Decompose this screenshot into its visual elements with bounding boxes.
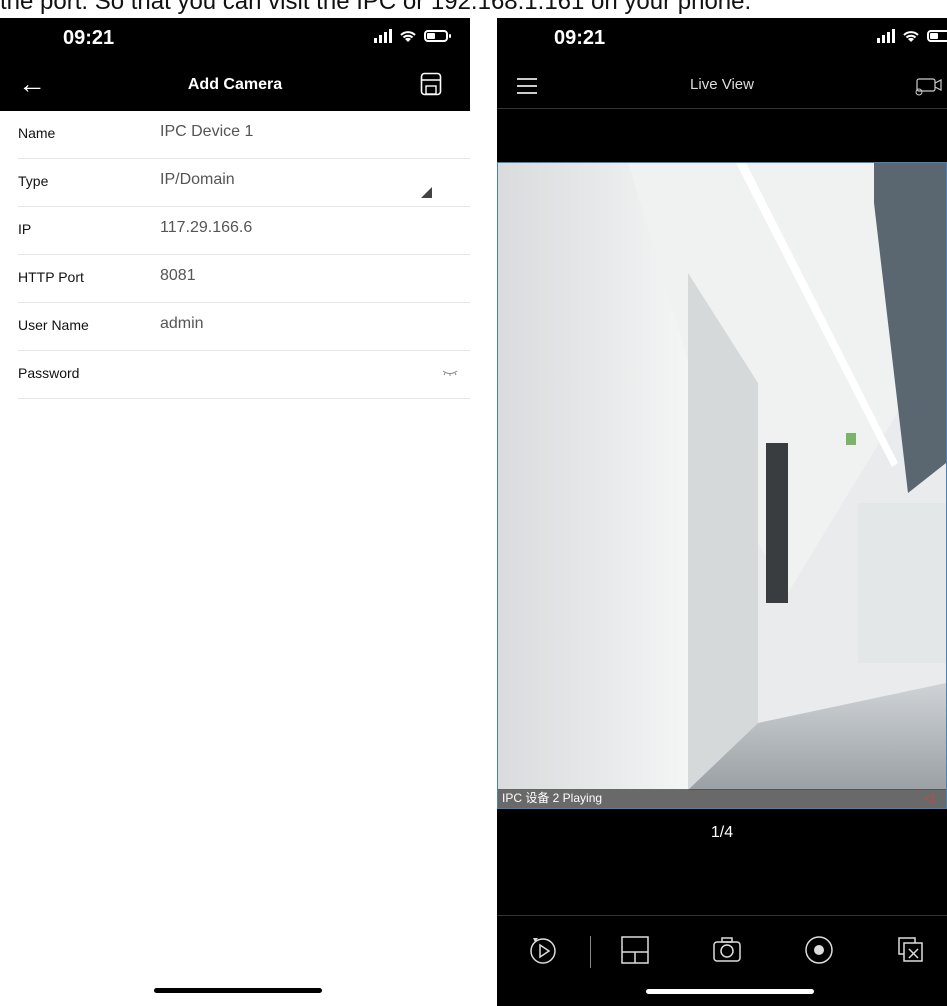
- status-time: 09:21: [63, 27, 115, 49]
- live-view-toolbar: [497, 915, 947, 986]
- password-row[interactable]: Password: [18, 351, 470, 399]
- battery-icon: [424, 30, 451, 42]
- http-port-row[interactable]: HTTP Port 8081: [18, 255, 470, 303]
- eye-closed-icon[interactable]: [442, 369, 458, 377]
- type-select[interactable]: IP/Domain: [160, 171, 235, 189]
- ip-row[interactable]: IP 117.29.166.6: [18, 207, 470, 255]
- home-indicator: [646, 989, 814, 994]
- type-row[interactable]: Type IP/Domain: [18, 159, 470, 207]
- password-label: Password: [18, 365, 80, 381]
- wifi-icon: [400, 31, 416, 42]
- split-screen-icon[interactable]: [619, 934, 651, 966]
- status-icons: [877, 29, 947, 43]
- camera-settings-icon[interactable]: [913, 75, 943, 97]
- status-bar: 09:21: [497, 18, 947, 62]
- video-status-bar: IPC 设备 2 Playing ◁: [498, 789, 946, 808]
- record-icon[interactable]: [803, 934, 835, 966]
- signal-icon: [374, 29, 392, 43]
- app-header: ← Add Camera: [0, 62, 470, 111]
- ip-field[interactable]: 117.29.166.6: [160, 219, 252, 237]
- page-title: Add Camera: [187, 76, 283, 93]
- name-row[interactable]: Name IPC Device 1: [18, 111, 470, 159]
- user-name-field[interactable]: admin: [160, 315, 204, 333]
- page-title: Live View: [690, 76, 754, 93]
- camera-form: Name IPC Device 1 Type IP/Domain IP 117.…: [18, 111, 470, 399]
- name-label: Name: [18, 125, 56, 141]
- close-window-icon[interactable]: [895, 934, 927, 966]
- page-indicator: 1/4: [710, 824, 734, 841]
- http-port-label: HTTP Port: [18, 269, 84, 285]
- wifi-icon: [903, 31, 919, 42]
- battery-icon: [927, 30, 947, 42]
- camera-video-feed[interactable]: IPC 设备 2 Playing ◁: [497, 162, 947, 809]
- user-name-label: User Name: [18, 317, 89, 333]
- user-name-row[interactable]: User Name admin: [18, 303, 470, 351]
- video-status-text: IPC 设备 2 Playing: [502, 791, 603, 805]
- ip-label: IP: [18, 221, 32, 237]
- http-port-field[interactable]: 8081: [160, 267, 196, 285]
- signal-icon: [877, 29, 895, 43]
- type-label: Type: [18, 173, 49, 189]
- corridor-image: [498, 163, 946, 790]
- status-time: 09:21: [554, 27, 606, 49]
- tutorial-caption: the port. So that you can visit the IPC …: [0, 0, 752, 15]
- app-header: Live View: [497, 62, 947, 109]
- toolbar-divider: [590, 936, 591, 968]
- home-indicator: [154, 988, 322, 993]
- status-icons: [374, 29, 451, 43]
- live-view-screen: 09:21 Live View IPC 设备 2 Playing ◁ 1/4: [497, 18, 947, 1006]
- speaker-muted-icon[interactable]: ◁: [925, 789, 934, 808]
- add-camera-screen: 09:21 ← Add Camera Name IPC Device 1 Typ…: [0, 18, 470, 1006]
- playback-icon[interactable]: [527, 934, 559, 966]
- name-field[interactable]: IPC Device 1: [160, 123, 253, 141]
- status-bar: 09:21: [0, 18, 470, 62]
- dropdown-triangle-icon[interactable]: [421, 187, 432, 198]
- floppy-disk-icon[interactable]: [420, 72, 442, 96]
- snapshot-icon[interactable]: [711, 934, 743, 966]
